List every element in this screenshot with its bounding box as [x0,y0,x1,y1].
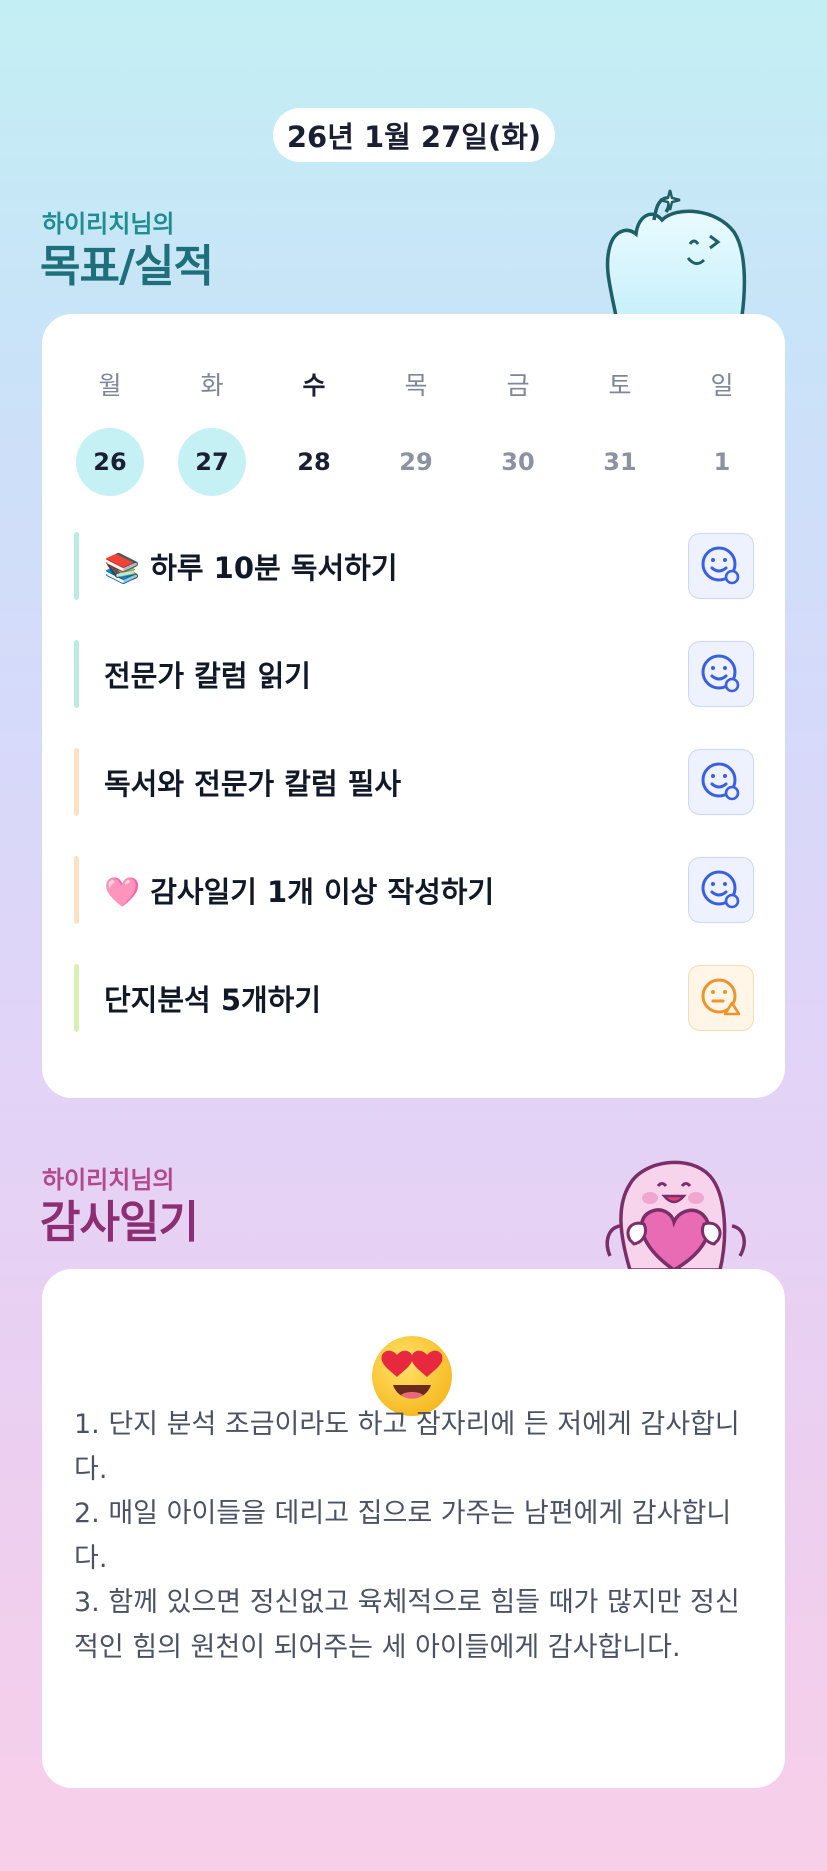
diary-entry: 1. 단지 분석 조금이라도 하고 잠자리에 든 저에게 감사합니다. [74,1409,740,1485]
goal-item[interactable]: 🩷 감사일기 1개 이상 작성하기 [74,856,754,924]
mascot-heart-icon [605,1160,746,1270]
day-31[interactable]: 31 [586,428,654,496]
goal-text: 독서와 전문가 칼럼 필사 [104,767,402,801]
goal-color-bar [74,532,79,600]
week-calendar: 월 화 수 목 금 토 일 26 27 28 29 30 31 1 [76,366,756,496]
smile-check-icon [701,870,740,909]
day-1[interactable]: 1 [688,428,756,496]
goal-item[interactable]: 전문가 칼럼 읽기 [74,640,754,708]
day-26[interactable]: 26 [76,428,144,496]
diary-entry: 3. 함께 있으면 정신없고 육체적으로 힘들 때가 많지만 정신적인 힘의 원… [74,1587,740,1663]
mascot-waving-icon [605,189,747,316]
goal-status-button[interactable] [688,965,754,1031]
diary-entry: 2. 매일 아이들을 데리고 집으로 가주는 남편에게 감사합니다. [74,1498,732,1574]
day-label-sat: 토 [608,371,632,400]
goals-section-title: 목표/실적 [40,241,214,292]
goal-status-button[interactable] [688,641,754,707]
day-27[interactable]: 27 [178,428,246,496]
day-label-wed: 수 [302,371,326,400]
smile-check-icon [701,546,740,585]
goal-color-bar [74,748,79,816]
day-label-fri: 금 [506,371,530,400]
day-29[interactable]: 29 [382,428,450,496]
date-pill[interactable]: 26년 1월 27일(화) [273,108,555,162]
day-28[interactable]: 28 [280,428,348,496]
goal-status-button[interactable] [688,857,754,923]
day-label-mon: 월 [98,371,122,400]
goal-item[interactable]: 📚 하루 10분 독서하기 [74,532,754,600]
diary-card: 1. 단지 분석 조금이라도 하고 잠자리에 든 저에게 감사합니다. 2. 매… [42,1269,785,1788]
day-label-tue: 화 [200,371,224,400]
day-label-sun: 일 [710,371,734,400]
day-30[interactable]: 30 [484,428,552,496]
smile-check-icon [701,654,740,693]
goal-item[interactable]: 독서와 전문가 칼럼 필사 [74,748,754,816]
goal-text: 전문가 칼럼 읽기 [104,659,311,693]
goal-text: 단지분석 5개하기 [104,983,322,1017]
warning-face-icon [701,978,741,1016]
goal-color-bar [74,964,79,1032]
day-label-thu: 목 [404,371,428,400]
diary-entries: 1. 단지 분석 조금이라도 하고 잠자리에 든 저에게 감사합니다. 2. 매… [74,1403,764,1670]
goal-text: 📚 하루 10분 독서하기 [104,551,398,585]
smile-check-icon [701,762,740,801]
goal-status-button[interactable] [688,749,754,815]
diary-section-title: 감사일기 [40,1197,199,1248]
date-label: 26년 1월 27일(화) [286,120,542,154]
goal-status-button[interactable] [688,533,754,599]
goal-text: 🩷 감사일기 1개 이상 작성하기 [104,875,495,909]
goal-color-bar [74,640,79,708]
goals-card: 월 화 수 목 금 토 일 26 27 28 29 30 31 1 📚 하루 1… [42,314,785,1098]
goal-item[interactable]: 단지분석 5개하기 [74,964,754,1032]
goal-color-bar [74,856,79,924]
